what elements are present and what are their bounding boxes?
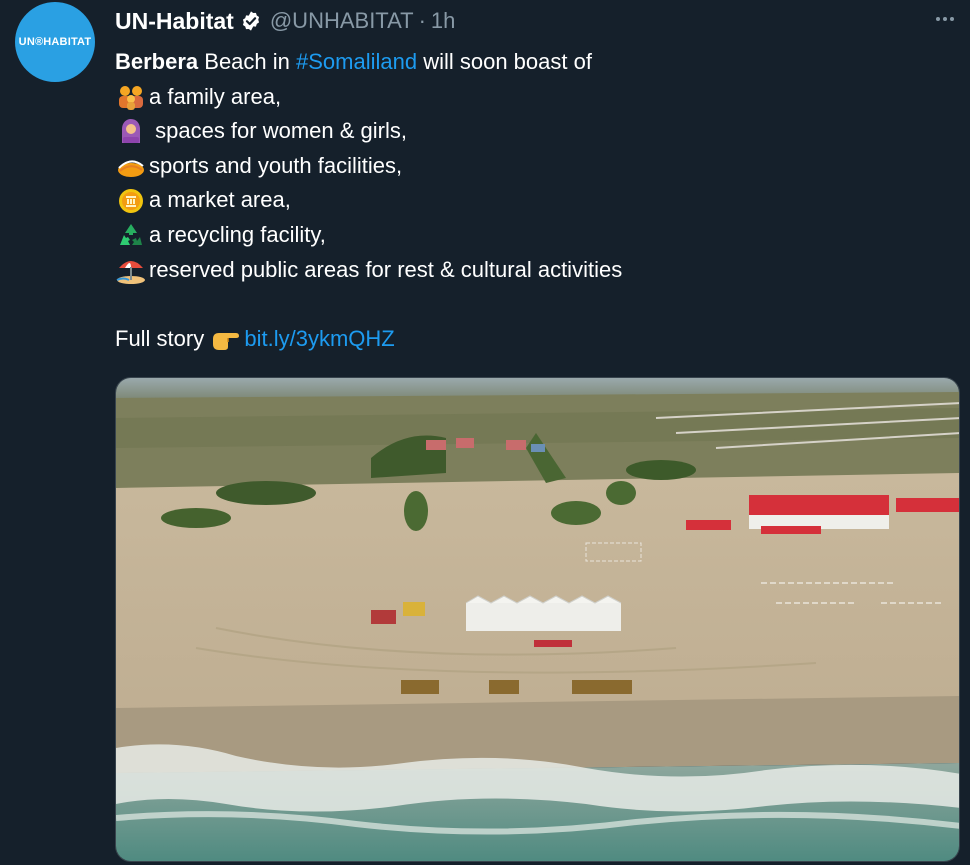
list-item: spaces for women & girls, — [115, 114, 960, 149]
family-emoji-icon — [115, 83, 147, 111]
list-item: a family area, — [115, 80, 960, 115]
list-item: sports and youth facilities, — [115, 149, 960, 184]
account-name[interactable]: UN-Habitat — [115, 8, 234, 35]
tweet-photo[interactable] — [115, 377, 960, 862]
story-link[interactable]: bit.ly/3ykmQHZ — [244, 322, 394, 357]
tweet-timestamp[interactable]: 1h — [431, 8, 455, 34]
hashtag-link[interactable]: #Somaliland — [296, 45, 417, 80]
woman-headscarf-emoji-icon — [115, 117, 147, 145]
more-options-icon[interactable] — [930, 8, 960, 30]
tweet-header: UN-Habitat @UNHABITAT · 1h — [115, 6, 455, 36]
sports-emoji-icon — [115, 152, 147, 180]
account-handle[interactable]: @UNHABITAT — [270, 8, 414, 34]
pointing-hand-emoji-icon — [210, 325, 242, 353]
list-item: a market area, — [115, 183, 960, 218]
separator-dot: · — [418, 8, 426, 33]
avatar[interactable]: UN®HABITAT — [15, 2, 95, 82]
bold-place-name: Berbera — [115, 49, 199, 74]
avatar-logo-text: UN®HABITAT — [18, 36, 92, 48]
list-item: a recycling facility, — [115, 218, 960, 253]
tweet-text: Berbera Beach in #Somaliland will soon b… — [115, 45, 960, 356]
recycling-emoji-icon — [115, 221, 147, 249]
full-story-label: Full story — [115, 325, 211, 351]
list-item: reserved public areas for rest & cultura… — [115, 253, 960, 288]
beach-aerial-image — [116, 378, 959, 861]
verified-badge-icon — [242, 11, 259, 31]
coin-emoji-icon — [115, 187, 147, 215]
beach-umbrella-emoji-icon — [115, 256, 147, 284]
